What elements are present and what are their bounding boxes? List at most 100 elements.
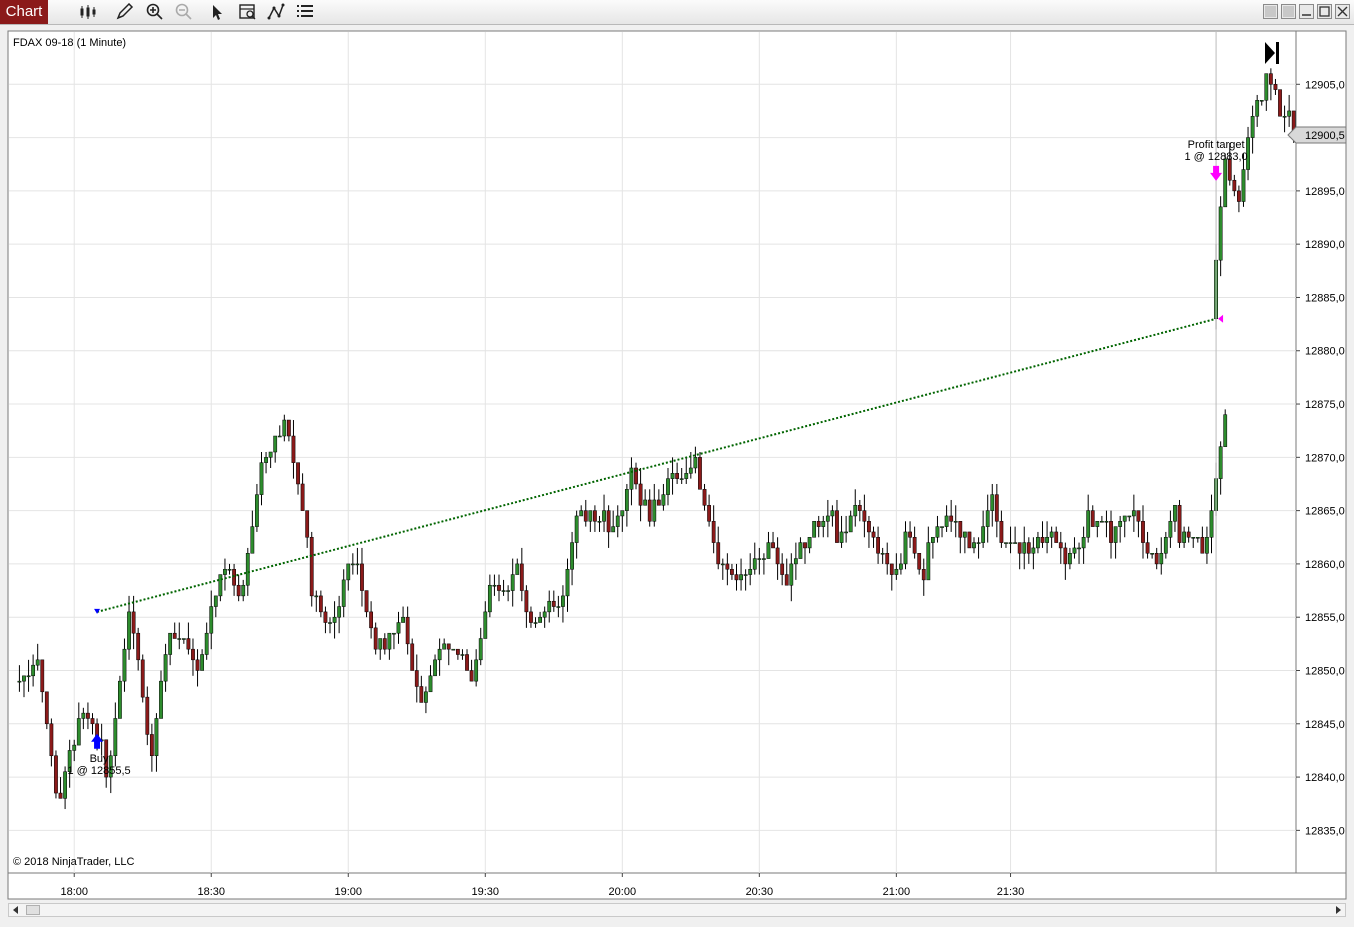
time-tick-label: 20:30 xyxy=(746,886,774,898)
candle-body xyxy=(168,632,173,655)
candle-body xyxy=(871,531,876,538)
zoom-in-icon[interactable] xyxy=(145,3,165,21)
candle-body xyxy=(908,531,912,538)
candle-body xyxy=(405,616,410,645)
price-tick-label: 12855,0 xyxy=(1305,612,1345,624)
candle-body xyxy=(807,537,812,549)
candle-body xyxy=(54,755,58,794)
candle-body xyxy=(360,563,364,591)
candle-body xyxy=(816,521,821,527)
candle-body xyxy=(195,659,200,671)
candle-body xyxy=(839,531,844,543)
candle-body xyxy=(81,712,86,719)
candle-body xyxy=(346,563,351,581)
time-tick-label: 21:00 xyxy=(883,886,911,898)
candle-body xyxy=(255,494,259,527)
candle-body xyxy=(844,531,849,534)
candle-body xyxy=(291,435,296,463)
candle-body xyxy=(588,510,593,522)
candle-body xyxy=(670,473,675,479)
bar-type-icon[interactable] xyxy=(78,3,98,21)
candle-body xyxy=(1154,553,1159,565)
time-tick-label: 21:30 xyxy=(997,886,1025,898)
candle-body xyxy=(163,654,168,682)
horizontal-scrollbar[interactable] xyxy=(8,903,1346,917)
candle-body xyxy=(752,558,757,570)
window-buttons xyxy=(1260,4,1350,20)
chart-area[interactable]: Buy1 @ 12855,5 Profit target1 @ 12883,0 1… xyxy=(0,25,1354,901)
candle-body xyxy=(131,611,136,634)
tile-icon-2[interactable] xyxy=(1281,4,1296,19)
candle-body xyxy=(762,558,766,560)
candle-body xyxy=(204,632,209,655)
candle-body xyxy=(282,419,287,437)
candle-body xyxy=(1209,510,1214,538)
chart-tab[interactable]: Chart xyxy=(0,0,48,24)
candle-body xyxy=(985,510,990,527)
candle-body xyxy=(1013,542,1018,544)
candle-body xyxy=(990,494,995,511)
candle-body xyxy=(277,435,282,438)
candle-body xyxy=(378,638,383,650)
scrollbar-thumb[interactable] xyxy=(26,905,40,915)
candle-body xyxy=(341,579,346,607)
candle-body xyxy=(944,515,949,527)
candle-body xyxy=(1173,505,1177,522)
candle-body xyxy=(72,744,77,751)
candle-body xyxy=(675,473,680,479)
candle-body xyxy=(734,574,739,581)
pointer-icon[interactable] xyxy=(207,3,227,21)
candle-body xyxy=(428,675,433,693)
time-tick-label: 18:30 xyxy=(197,886,225,898)
price-tick-label: 12880,0 xyxy=(1305,346,1345,358)
data-box-icon[interactable] xyxy=(238,3,258,21)
time-tick-label: 20:00 xyxy=(609,886,637,898)
candle-body xyxy=(1131,510,1136,517)
candle-body xyxy=(1040,537,1045,543)
candle-body xyxy=(876,537,880,554)
scroll-left-icon[interactable] xyxy=(12,906,20,914)
close-icon[interactable] xyxy=(1335,4,1350,19)
candle-body xyxy=(853,505,858,517)
candle-body xyxy=(1250,116,1255,138)
candlestick xyxy=(118,675,122,719)
candle-body xyxy=(1282,116,1287,118)
properties-icon[interactable] xyxy=(295,3,315,21)
candle-body xyxy=(410,643,415,671)
tile-icon[interactable] xyxy=(1263,4,1278,19)
pencil-icon[interactable] xyxy=(115,2,135,21)
candle-body xyxy=(757,558,762,560)
minimize-icon[interactable] xyxy=(1299,4,1314,19)
candlestick xyxy=(44,691,49,730)
candle-body xyxy=(1195,537,1200,539)
candle-body xyxy=(666,478,670,495)
candle-body xyxy=(364,590,369,613)
candle-body xyxy=(1150,553,1155,555)
price-tick-label: 12850,0 xyxy=(1305,665,1345,677)
candle-body xyxy=(565,568,570,597)
drawing-tools-icon[interactable] xyxy=(266,3,286,21)
candle-body xyxy=(1090,510,1095,527)
candle-body xyxy=(44,691,49,725)
candle-body xyxy=(86,712,90,719)
candle-body xyxy=(396,622,401,634)
candle-body xyxy=(885,553,890,565)
scroll-right-icon[interactable] xyxy=(1334,906,1342,914)
candle-body xyxy=(1205,537,1209,554)
candle-body xyxy=(1268,73,1273,85)
candle-body xyxy=(35,659,40,666)
candle-body xyxy=(1273,84,1278,90)
buy-price-label: 1 @ 12855,5 xyxy=(67,765,130,777)
candle-body xyxy=(478,638,483,661)
candle-body xyxy=(880,553,885,555)
candle-body xyxy=(981,526,986,543)
candle-body xyxy=(314,595,319,598)
candlestick xyxy=(698,452,702,490)
candle-body xyxy=(1255,100,1260,117)
chart-title: FDAX 09-18 (1 Minute) xyxy=(13,37,126,49)
candle-body xyxy=(857,505,862,511)
maximize-icon[interactable] xyxy=(1317,4,1332,19)
toolbar: Chart xyxy=(0,0,1354,25)
zoom-out-icon[interactable] xyxy=(174,3,194,21)
candle-body xyxy=(200,654,205,671)
